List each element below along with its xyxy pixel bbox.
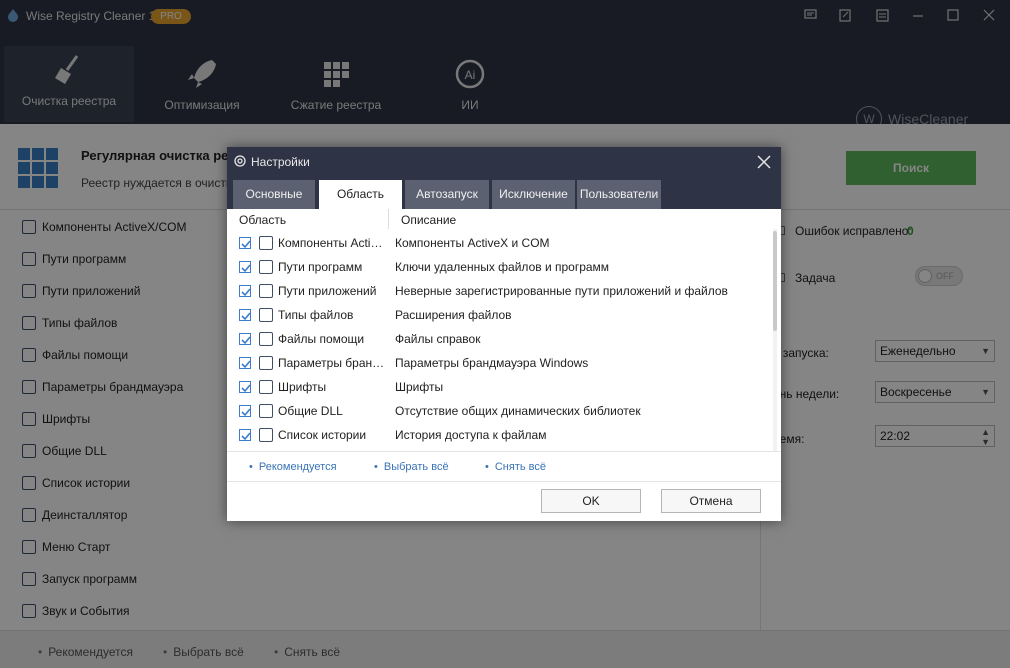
area-row[interactable]: Пути программ Ключи удаленных файлов и пр… bbox=[227, 256, 767, 278]
checkmark-icon bbox=[241, 432, 251, 441]
dialog-links: Рекомендуется Выбрать всё Снять всё bbox=[227, 451, 781, 481]
select-all-link[interactable]: Выбрать всё bbox=[374, 461, 449, 473]
area-row[interactable]: Пути приложений Неверные зарегистрированн… bbox=[227, 280, 767, 302]
scrollbar-thumb[interactable] bbox=[773, 231, 777, 331]
row-checkbox[interactable] bbox=[239, 357, 251, 369]
row-description: Отсутствие общих динамических библиотек bbox=[395, 404, 641, 418]
area-row[interactable]: Общие DLL Отсутствие общих динамических б… bbox=[227, 400, 767, 422]
row-name: Файлы помощи bbox=[278, 332, 365, 346]
column-header-description: Описание bbox=[401, 213, 457, 227]
area-row[interactable]: Типы файлов Расширения файлов bbox=[227, 304, 767, 326]
row-name: Типы файлов bbox=[278, 308, 354, 322]
scrollbar[interactable] bbox=[773, 229, 777, 451]
area-row[interactable]: Параметры брандмауэра Параметры брандмауэ… bbox=[227, 352, 767, 374]
area-table: Область Описание Компоненты ActiveX/COMК… bbox=[227, 209, 781, 455]
checkmark-icon bbox=[241, 264, 251, 273]
checkmark-icon bbox=[241, 408, 251, 417]
row-description: Параметры брандмауэра Windows bbox=[395, 356, 589, 370]
recommended-link[interactable]: Рекомендуется bbox=[249, 461, 337, 473]
settings-dialog: Настройки Основные Область Автозапуск Ис… bbox=[227, 147, 781, 521]
history-icon bbox=[259, 428, 273, 442]
file-types-icon bbox=[259, 308, 273, 322]
row-description: Компоненты ActiveX и COM bbox=[395, 236, 550, 250]
row-description: Расширения файлов bbox=[395, 308, 512, 322]
help-files-icon bbox=[259, 332, 273, 346]
fonts-icon bbox=[259, 380, 273, 394]
tab-area[interactable]: Область bbox=[319, 180, 402, 209]
row-name: Общие DLL bbox=[278, 404, 343, 418]
column-divider bbox=[388, 209, 389, 229]
dialog-footer: OK Отмена bbox=[227, 481, 781, 521]
dialog-tabs: Основные Область Автозапуск Исключение П… bbox=[227, 177, 781, 209]
row-description: Шрифты bbox=[395, 380, 444, 394]
tab-users[interactable]: Пользователи bbox=[577, 180, 661, 209]
cancel-button[interactable]: Отмена bbox=[661, 489, 761, 513]
row-checkbox[interactable] bbox=[239, 333, 251, 345]
area-row[interactable]: Список истории История доступа к файлам bbox=[227, 424, 767, 446]
checkmark-icon bbox=[241, 240, 251, 249]
row-description: Неверные зарегистрированные пути приложе… bbox=[395, 284, 728, 298]
checkmark-icon bbox=[241, 336, 251, 345]
checkmark-icon bbox=[241, 384, 251, 393]
row-checkbox[interactable] bbox=[239, 405, 251, 417]
row-description: История доступа к файлам bbox=[395, 428, 547, 442]
row-name: Пути приложений bbox=[278, 284, 377, 298]
tab-autostart[interactable]: Автозапуск bbox=[405, 180, 489, 209]
row-checkbox[interactable] bbox=[239, 309, 251, 321]
row-name: Шрифты bbox=[278, 380, 327, 394]
row-checkbox[interactable] bbox=[239, 237, 251, 249]
firewall-icon bbox=[259, 356, 273, 370]
program-path-icon bbox=[259, 260, 273, 274]
row-checkbox[interactable] bbox=[239, 285, 251, 297]
row-checkbox[interactable] bbox=[239, 429, 251, 441]
row-description: Ключи удаленных файлов и программ bbox=[395, 260, 610, 274]
deselect-all-link[interactable]: Снять всё bbox=[485, 461, 546, 473]
row-checkbox[interactable] bbox=[239, 381, 251, 393]
activex-icon bbox=[259, 236, 273, 250]
row-name: Параметры брандмауэра bbox=[278, 356, 386, 370]
shared-dll-icon bbox=[259, 404, 273, 418]
area-row[interactable]: Файлы помощи Файлы справок bbox=[227, 328, 767, 350]
column-header-area: Область bbox=[239, 213, 287, 227]
area-row[interactable]: Шрифты Шрифты bbox=[227, 376, 767, 398]
checkmark-icon bbox=[241, 312, 251, 321]
area-row[interactable]: Компоненты ActiveX/COM Компоненты ActiveX… bbox=[227, 232, 767, 254]
checkmark-icon bbox=[241, 360, 251, 369]
tab-general[interactable]: Основные bbox=[233, 180, 315, 209]
dialog-title-bar: Настройки bbox=[227, 147, 781, 177]
dialog-title: Настройки bbox=[251, 155, 310, 169]
app-path-icon bbox=[259, 284, 273, 298]
close-icon[interactable] bbox=[753, 151, 775, 173]
row-description: Файлы справок bbox=[395, 332, 481, 346]
row-checkbox[interactable] bbox=[239, 261, 251, 273]
ok-button[interactable]: OK bbox=[541, 489, 641, 513]
checkmark-icon bbox=[241, 288, 251, 297]
tab-exclusions[interactable]: Исключение bbox=[492, 180, 575, 209]
gear-icon bbox=[234, 155, 246, 167]
row-name: Компоненты ActiveX/COM bbox=[278, 236, 386, 250]
row-name: Список истории bbox=[278, 428, 367, 442]
row-name: Пути программ bbox=[278, 260, 363, 274]
